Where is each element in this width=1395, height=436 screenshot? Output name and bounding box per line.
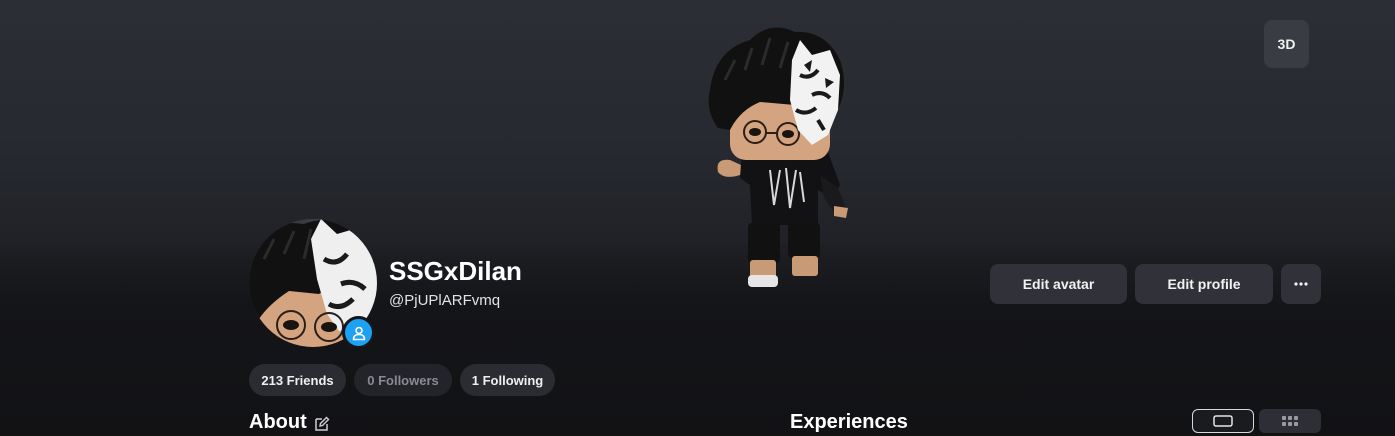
username: @PjUPlARFvmq bbox=[389, 292, 501, 309]
followers-count-pill[interactable]: 0 Followers bbox=[354, 364, 452, 396]
edit-about-icon[interactable] bbox=[314, 416, 330, 432]
more-options-button[interactable] bbox=[1281, 264, 1321, 304]
edit-avatar-button[interactable]: Edit avatar bbox=[990, 264, 1127, 304]
display-name: SSGxDilan bbox=[389, 256, 522, 286]
grid-icon bbox=[1282, 416, 1298, 426]
about-heading: About bbox=[249, 411, 307, 433]
carousel-view-toggle[interactable] bbox=[1192, 409, 1254, 433]
edit-profile-button[interactable]: Edit profile bbox=[1135, 264, 1273, 304]
view-3d-button[interactable]: 3D bbox=[1264, 20, 1309, 68]
following-count-pill[interactable]: 1 Following bbox=[460, 364, 555, 396]
ellipsis-icon bbox=[1294, 282, 1308, 286]
grid-view-toggle[interactable] bbox=[1259, 409, 1321, 433]
friends-count-pill[interactable]: 213 Friends bbox=[249, 364, 346, 396]
experiences-heading: Experiences bbox=[790, 411, 908, 433]
avatar-render bbox=[708, 27, 848, 287]
online-presence-icon bbox=[342, 316, 375, 349]
profile-page: 3D SSGxDilan @PjUPlARFvmq Edit avatar Ed… bbox=[0, 0, 1395, 436]
single-card-icon bbox=[1213, 415, 1233, 427]
